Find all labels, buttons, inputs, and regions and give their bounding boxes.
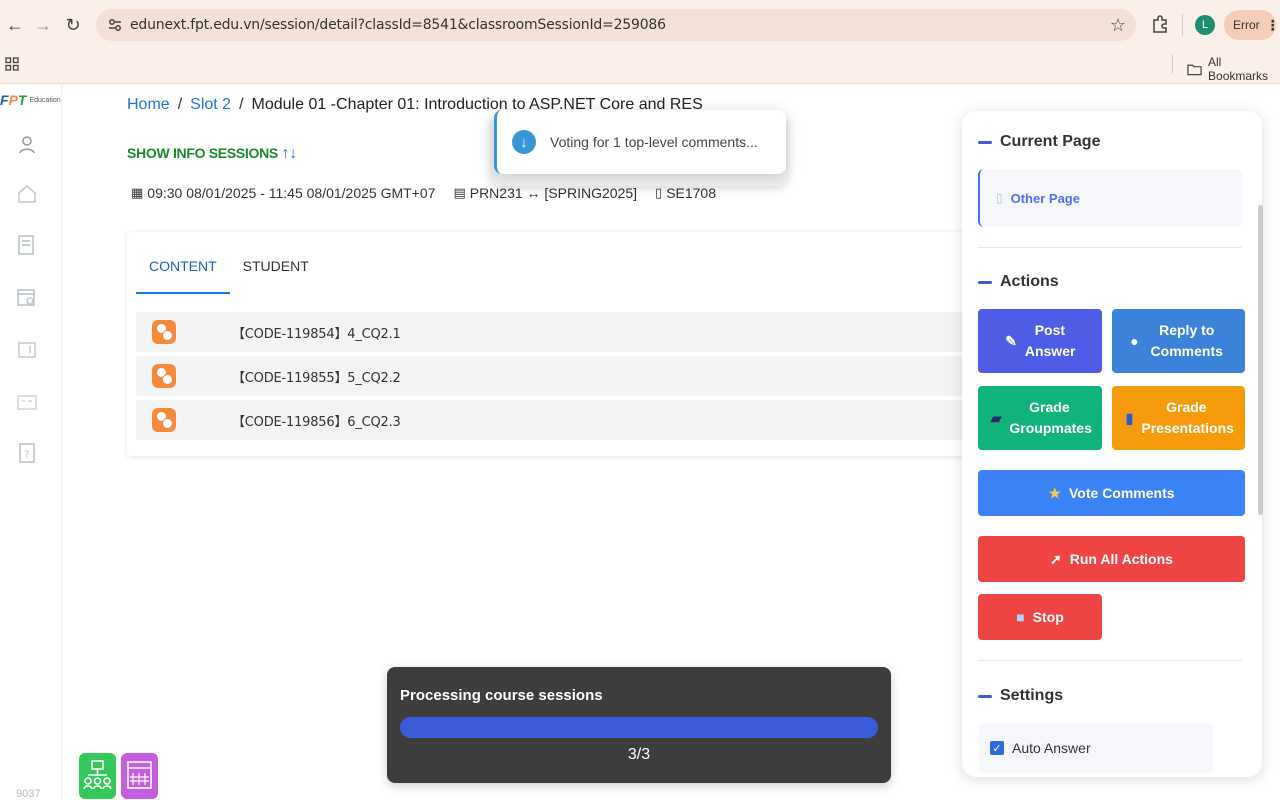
schedule-app-button[interactable]	[121, 753, 158, 799]
chart-icon: ▮	[1125, 409, 1134, 426]
reload-icon[interactable]: ↻	[58, 10, 88, 40]
sort-arrows-icon: ↑↓	[281, 145, 298, 162]
current-page-heading: Current Page	[978, 133, 1100, 151]
content-card: CONTENT STUDENT 【CODE-119854】4_CQ2.1 【CO…	[127, 232, 977, 456]
bookmark-icon: ▯	[655, 185, 663, 200]
list-item[interactable]: 【CODE-119855】5_CQ2.2	[136, 356, 977, 396]
assignments-icon[interactable]	[16, 234, 38, 256]
svg-text:?: ?	[25, 450, 30, 460]
reply-comments-button[interactable]: ● Reply to Comments	[1112, 309, 1245, 373]
fpt-logo[interactable]: FPT Education	[0, 92, 61, 108]
star-icon: ★	[1048, 484, 1061, 501]
grade-presentations-button[interactable]: ▮ Grade Presentations	[1112, 386, 1245, 450]
content-list: 【CODE-119854】4_CQ2.1 【CODE-119855】5_CQ2.…	[136, 312, 977, 444]
progress-count: 3/3	[627, 746, 651, 763]
other-page-label: Other Page	[1010, 190, 1080, 206]
error-label: Error	[1233, 18, 1260, 32]
breadcrumb-slot[interactable]: Slot 2	[190, 96, 231, 114]
actions-heading: Actions	[978, 273, 1059, 291]
extensions-icon[interactable]	[1150, 14, 1170, 34]
toast-message: Voting for 1 top-level comments...	[550, 134, 758, 150]
panel-scrollbar[interactable]	[1258, 205, 1263, 515]
all-bookmarks-label: All Bookmarks	[1208, 55, 1269, 83]
bookmark-star-icon[interactable]: ☆	[1110, 15, 1126, 36]
toolbar-divider	[1182, 14, 1183, 36]
url-text[interactable]: edunext.fpt.edu.vn/session/detail?classI…	[130, 17, 666, 33]
calendar-small-icon: ▦	[131, 185, 144, 200]
pencil-icon: ✎	[1005, 332, 1017, 349]
more-menu-icon: ⋮	[1265, 16, 1280, 33]
extension-panel: Current Page ▯ Other Page Actions ✎ Post…	[962, 111, 1262, 777]
show-info-label: SHOW INFO SESSIONS	[127, 145, 278, 161]
bookmarks-divider	[1172, 55, 1173, 73]
list-item-title: 【CODE-119856】6_CQ2.3	[232, 414, 401, 430]
book-icon[interactable]	[16, 339, 38, 361]
folder-icon	[1187, 64, 1202, 75]
breadcrumb-separator: /	[177, 96, 183, 113]
tab-bar: CONTENT STUDENT	[136, 252, 322, 294]
document-icon: ▤	[453, 185, 466, 200]
home-icon[interactable]	[16, 183, 38, 205]
speech-bubble-icon: ●	[1130, 332, 1139, 349]
list-item-title: 【CODE-119854】4_CQ2.1	[232, 326, 401, 342]
other-page-item[interactable]: ▯ Other Page	[978, 169, 1242, 227]
error-button[interactable]: Error ⋮	[1224, 10, 1280, 40]
vote-comments-button[interactable]: ★ Vote Comments	[978, 470, 1245, 516]
schedule-icon	[127, 761, 152, 789]
stop-button[interactable]: ■ Stop	[978, 594, 1102, 640]
apps-grid-icon[interactable]	[5, 57, 19, 71]
run-all-actions-button[interactable]: ➚ Run All Actions	[978, 536, 1245, 582]
site-settings-icon[interactable]	[106, 16, 124, 34]
bookmarks-bar: All Bookmarks	[0, 50, 1280, 84]
section-divider	[978, 247, 1242, 248]
post-answer-button[interactable]: ✎ Post Answer	[978, 309, 1102, 373]
network-icon	[83, 760, 112, 790]
breadcrumb-home[interactable]: Home	[127, 96, 170, 114]
auto-answer-checkbox[interactable]: ✓	[990, 741, 1004, 755]
list-item-title: 【CODE-119855】5_CQ2.2	[232, 370, 401, 386]
loading-icon: ↓	[512, 130, 536, 154]
all-bookmarks-button[interactable]: All Bookmarks	[1187, 55, 1280, 83]
version-text: 9037	[16, 788, 41, 800]
progress-fill	[400, 717, 878, 738]
question-chat-icon	[152, 364, 176, 388]
list-item[interactable]: 【CODE-119856】6_CQ2.3	[136, 400, 977, 440]
section-divider	[978, 660, 1242, 661]
rocket-icon: ➚	[1050, 550, 1062, 567]
list-item[interactable]: 【CODE-119854】4_CQ2.1	[136, 312, 977, 352]
session-course: ▤ PRN231 ↔ [SPRING2025]	[453, 185, 638, 201]
profile-avatar[interactable]: L	[1195, 15, 1215, 35]
id-card-icon[interactable]	[16, 391, 38, 413]
session-class: ▯ SE1708	[655, 185, 717, 201]
toast-notification: ↓ Voting for 1 top-level comments...	[494, 110, 786, 174]
browser-toolbar: ← → ↻ edunext.fpt.edu.vn/session/detail?…	[0, 0, 1280, 50]
user-icon[interactable]	[16, 134, 38, 156]
progress-bar	[400, 717, 878, 738]
progress-dialog: Processing course sessions 3/3	[387, 667, 891, 783]
settings-heading: Settings	[978, 687, 1063, 705]
address-bar[interactable]: edunext.fpt.edu.vn/session/detail?classI…	[96, 9, 1136, 41]
back-icon[interactable]: ←	[0, 10, 30, 40]
grade-groupmates-button[interactable]: ▰ Grade Groupmates	[978, 386, 1102, 450]
auto-answer-label: Auto Answer	[1012, 740, 1091, 756]
tab-student[interactable]: STUDENT	[230, 252, 322, 294]
progress-title: Processing course sessions	[400, 687, 603, 704]
question-chat-icon	[152, 320, 176, 344]
forward-icon[interactable]: →	[28, 10, 58, 40]
session-meta: ▦ 09:30 08/01/2025 - 11:45 08/01/2025 GM…	[131, 185, 716, 201]
calendar-icon[interactable]	[16, 286, 38, 308]
question-chat-icon	[152, 408, 176, 432]
session-time: ▦ 09:30 08/01/2025 - 11:45 08/01/2025 GM…	[131, 185, 436, 201]
page-icon: ▯	[996, 191, 1003, 205]
left-sidebar: FPT Education ? 9037	[0, 84, 62, 800]
show-info-sessions-toggle[interactable]: SHOW INFO SESSIONS ↑↓	[127, 145, 297, 163]
stop-icon: ■	[1016, 608, 1025, 625]
network-app-button[interactable]	[79, 753, 116, 799]
auto-answer-setting[interactable]: ✓ Auto Answer	[978, 723, 1214, 773]
logo-sub: Education	[29, 96, 61, 104]
help-doc-icon[interactable]: ?	[16, 442, 38, 464]
breadcrumb-separator: /	[239, 96, 244, 113]
tab-content[interactable]: CONTENT	[136, 252, 230, 294]
people-icon: ▰	[990, 409, 1002, 426]
